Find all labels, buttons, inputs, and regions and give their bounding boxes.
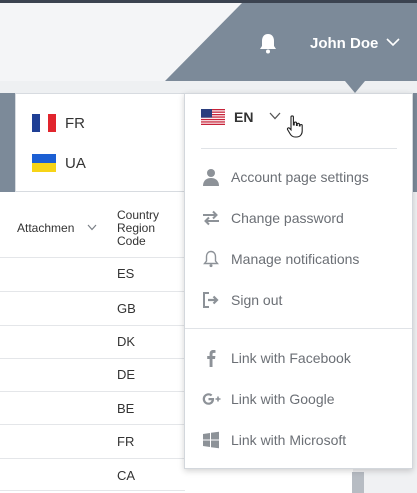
language-options-panel: FR UA — [15, 93, 187, 192]
row-divider — [0, 424, 185, 425]
table-cell-country-code: DK — [117, 334, 136, 349]
hand-pointer-cursor-icon — [286, 115, 303, 138]
menu-item-manage-notifications[interactable]: Manage notifications — [185, 240, 412, 278]
arrows-swap-icon — [203, 210, 219, 226]
us-flag-icon — [201, 109, 225, 125]
menu-pointer — [345, 81, 365, 93]
row-divider — [0, 391, 185, 392]
language-selector[interactable]: EN — [185, 94, 412, 138]
row-divider — [0, 257, 185, 258]
language-code: UA — [65, 155, 86, 172]
selected-language-code: EN — [234, 109, 254, 125]
menu-label: Manage notifications — [231, 251, 360, 267]
column-header-country-region-code[interactable]: Country Region Code — [117, 209, 177, 248]
sign-out-icon — [203, 292, 219, 308]
facebook-icon — [207, 350, 216, 367]
bell-icon[interactable] — [258, 32, 278, 54]
menu-item-account-page-settings[interactable]: Account page settings — [185, 158, 412, 196]
chevron-down-icon[interactable] — [87, 224, 97, 231]
row-divider — [0, 325, 185, 326]
table-cell-country-code: GB — [117, 301, 136, 316]
menu-item-link-facebook[interactable]: Link with Facebook — [185, 339, 412, 377]
row-divider — [0, 291, 185, 292]
chevron-down-icon[interactable] — [269, 112, 281, 120]
column-header-attachment[interactable]: Attachmen — [17, 221, 74, 235]
menu-label: Link with Facebook — [231, 350, 351, 366]
menu-label: Link with Microsoft — [231, 432, 347, 448]
google-plus-icon — [202, 393, 221, 405]
row-divider — [0, 490, 185, 491]
table-cell-country-code: CA — [117, 468, 136, 483]
menu-item-link-google[interactable]: Link with Google — [185, 380, 412, 418]
user-name[interactable]: John Doe — [310, 35, 378, 52]
language-option-ua[interactable]: UA — [16, 142, 186, 184]
chevron-down-icon[interactable] — [386, 37, 400, 47]
row-divider — [0, 358, 185, 359]
table-cell-country-code: DE — [117, 367, 136, 382]
windows-icon — [203, 431, 219, 449]
row-divider — [0, 458, 185, 459]
table-cell-country-code: BE — [117, 401, 135, 416]
user-menu: EN Account page settings Change password… — [184, 93, 413, 469]
menu-item-change-password[interactable]: Change password — [185, 199, 412, 237]
menu-label: Change password — [231, 210, 344, 226]
menu-label: Link with Google — [231, 391, 335, 407]
user-icon — [203, 169, 219, 186]
menu-item-link-microsoft[interactable]: Link with Microsoft — [185, 421, 412, 459]
menu-label: Sign out — [231, 292, 283, 308]
menu-divider — [201, 148, 397, 149]
menu-item-sign-out[interactable]: Sign out — [185, 281, 412, 319]
table-cell-country-code: ES — [117, 266, 135, 281]
language-code: FR — [65, 115, 85, 132]
scrollbar-thumb[interactable] — [352, 472, 364, 493]
menu-divider — [185, 328, 412, 329]
france-flag-icon — [32, 114, 56, 132]
ukraine-flag-icon — [32, 154, 56, 172]
language-option-fr[interactable]: FR — [16, 101, 186, 143]
table-cell-country-code: FR — [117, 434, 135, 449]
bell-icon — [203, 250, 219, 268]
menu-label: Account page settings — [231, 169, 369, 185]
